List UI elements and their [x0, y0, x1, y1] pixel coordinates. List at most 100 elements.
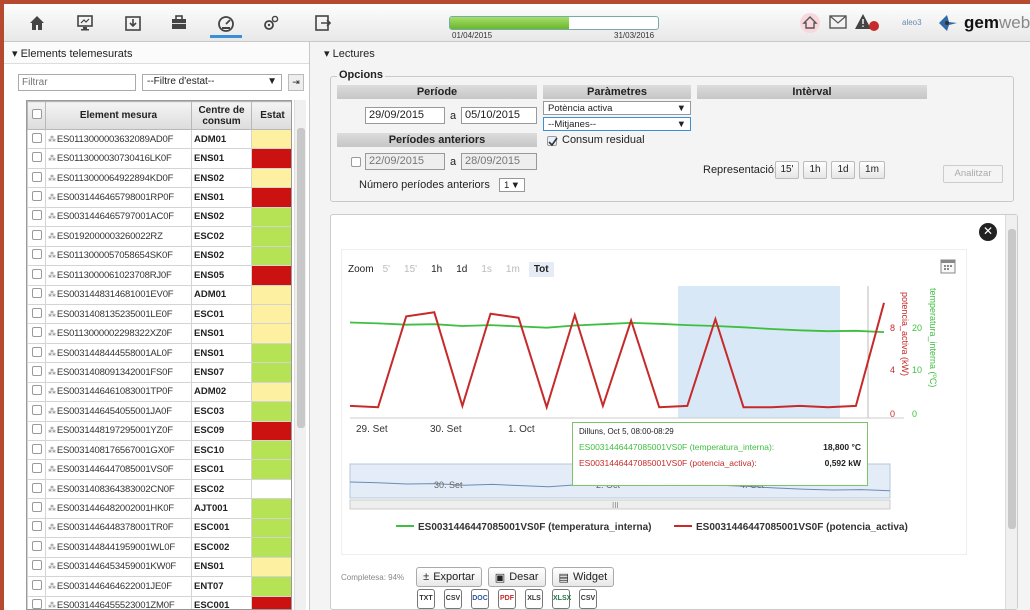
row-checkbox[interactable] — [27, 459, 46, 480]
consum-residual-checkbox[interactable] — [547, 136, 558, 147]
column-header-estat[interactable]: Estat — [251, 101, 291, 130]
filter-input[interactable] — [18, 74, 136, 91]
pdf-file-icon[interactable]: PDF — [498, 589, 516, 609]
rep-15min-button[interactable]: 15' — [775, 161, 799, 179]
analitzar-button[interactable]: Analitzar — [943, 165, 1003, 183]
table-row[interactable]: ⁂ES0031446465798001RP0F ENS01 — [27, 187, 291, 208]
export-icon[interactable] — [312, 12, 334, 34]
periodes-anteriors-checkbox[interactable] — [351, 157, 361, 167]
row-checkbox[interactable] — [27, 167, 46, 189]
warning-icon[interactable] — [854, 13, 880, 34]
state-filter-select[interactable]: --Filtre d'estat-- ▼ — [142, 74, 282, 91]
table-row[interactable]: ⁂ES0031446482002001HK0F AJT001 — [27, 498, 291, 519]
widget-button[interactable]: ▤ Widget — [551, 567, 615, 587]
table-row[interactable]: ⁂ES0192000003260022RZ ESC02 — [27, 226, 291, 247]
table-row[interactable]: ⁂ES0113000061023708RJ0F ENS05 — [27, 265, 291, 286]
table-row[interactable]: ⁂ES0031408135235001LE0F ESC01 — [27, 303, 291, 325]
table-row[interactable]: ⁂ES0113000003632089AD0F ADM01 — [27, 128, 291, 150]
gears-icon[interactable] — [260, 12, 282, 34]
table-row[interactable]: ⁂ES0113000002298322XZ0F ENS01 — [27, 323, 291, 344]
left-scrollbar-thumb[interactable] — [297, 128, 305, 428]
mail-icon[interactable] — [829, 15, 847, 32]
row-checkbox[interactable] — [27, 381, 46, 403]
close-icon[interactable]: ✕ — [979, 223, 997, 241]
briefcase-icon[interactable] — [168, 12, 190, 34]
table-row[interactable]: ⁂ES0031408364383002CN0F ESC02 — [27, 478, 291, 500]
txt-file-icon[interactable]: TXT — [417, 589, 435, 609]
right-panel-header[interactable]: ▾ Lectures — [316, 42, 1030, 64]
table-row[interactable]: ⁂ES0031408091342001FS0F ENS07 — [27, 362, 291, 383]
prev-date-to-input[interactable]: 28/09/2015 — [461, 153, 537, 170]
row-checkbox[interactable] — [27, 537, 46, 558]
row-checkbox[interactable] — [27, 556, 46, 578]
parameter-select[interactable]: Potència activa ▼ — [543, 101, 691, 115]
rep-1m-button[interactable]: 1m — [859, 161, 885, 179]
alarm-home-icon[interactable] — [799, 12, 821, 37]
row-checkbox[interactable] — [27, 478, 46, 500]
table-row[interactable]: ⁂ES0113000030730416LK0F ENS01 — [27, 148, 291, 169]
collapse-arrow-icon[interactable]: ▾ — [12, 48, 21, 60]
table-row[interactable]: ⁂ES0031448441959001WL0F ESC002 — [27, 537, 291, 558]
select-all-checkbox[interactable] — [27, 101, 46, 130]
table-row[interactable]: ⁂ES0031446453459001KW0F ENS01 — [27, 556, 291, 578]
row-checkbox[interactable] — [27, 439, 46, 461]
right-scrollbar-thumb[interactable] — [1008, 229, 1016, 529]
monitor-icon[interactable] — [74, 12, 96, 34]
num-prev-select[interactable]: 1 ▼ — [499, 178, 525, 192]
table-row[interactable]: ⁂ES0031446465797001AC0F ENS02 — [27, 206, 291, 228]
row-checkbox[interactable] — [27, 128, 46, 150]
row-checkbox[interactable] — [27, 517, 46, 539]
row-checkbox[interactable] — [27, 284, 46, 305]
prev-date-from-input[interactable]: 22/09/2015 — [365, 153, 445, 170]
exportar-button[interactable]: ± Exportar — [416, 567, 482, 587]
home-icon[interactable] — [26, 12, 48, 34]
row-checkbox[interactable] — [27, 303, 46, 325]
gauge-icon[interactable] — [210, 10, 242, 38]
xls-file-icon[interactable]: XLS — [525, 589, 543, 609]
row-checkbox[interactable] — [27, 576, 46, 597]
table-row[interactable]: ⁂ES0113000064922894KD0F ENS02 — [27, 167, 291, 189]
row-checkbox[interactable] — [27, 187, 46, 208]
table-row[interactable]: ⁂ES0031446455523001ZM0F ESC001 — [27, 595, 291, 609]
table-row[interactable]: ⁂ES0031446464622001JE0F ENT07 — [27, 576, 291, 597]
rep-1h-button[interactable]: 1h — [803, 161, 827, 179]
chart-svg[interactable]: 29. Set 30. Set 1. Oct 8 20 4 10 0 0 potencia_act… — [342, 250, 968, 556]
table-row[interactable]: ⁂ES0031408176567001GX0F ESC10 — [27, 439, 291, 461]
table-row[interactable]: ⁂ES0031446447085001VS0F ESC01 — [27, 459, 291, 480]
table-row[interactable]: ⁂ES0031446454055001JA0F ESC03 — [27, 401, 291, 422]
row-checkbox[interactable] — [27, 148, 46, 169]
table-row[interactable]: ⁂ES0031446448378001TR0F ESC001 — [27, 517, 291, 539]
table-row[interactable]: ⁂ES0031448197295001YZ0F ESC09 — [27, 420, 291, 442]
user-name[interactable]: aleo3 — [902, 18, 922, 27]
date-to-input[interactable]: 05/10/2015 — [461, 107, 537, 124]
right-scrollbar[interactable] — [1005, 215, 1017, 609]
table-row[interactable]: ⁂ES0031448314681001EV0F ADM01 — [27, 284, 291, 305]
doc-file-icon[interactable]: DOC — [471, 589, 489, 609]
row-checkbox[interactable] — [27, 265, 46, 286]
filter-toggle-button[interactable]: ⇥ — [288, 74, 304, 91]
csv2-file-icon[interactable]: CSV — [579, 589, 597, 609]
date-from-input[interactable]: 29/09/2015 — [365, 107, 445, 124]
row-checkbox[interactable] — [27, 595, 46, 609]
csv-file-icon[interactable]: CSV — [444, 589, 462, 609]
left-panel-header[interactable]: ▾ Elements telemesurats — [4, 42, 309, 64]
row-checkbox[interactable] — [27, 342, 46, 364]
table-row[interactable]: ⁂ES0113000057058654SK0F ENS02 — [27, 245, 291, 267]
desar-button[interactable]: ▣ Desar — [487, 567, 546, 587]
aggregation-select[interactable]: --Mitjanes-- ▼ — [543, 117, 691, 131]
download-box-icon[interactable] — [122, 12, 144, 34]
collapse-arrow-icon[interactable]: ▾ — [324, 48, 333, 60]
row-checkbox[interactable] — [27, 401, 46, 422]
row-checkbox[interactable] — [27, 323, 46, 344]
row-checkbox[interactable] — [27, 498, 46, 519]
row-checkbox[interactable] — [27, 206, 46, 228]
table-row[interactable]: ⁂ES0031446461083001TP0F ADM02 — [27, 381, 291, 403]
rep-1d-button[interactable]: 1d — [831, 161, 855, 179]
row-checkbox[interactable] — [27, 420, 46, 442]
table-row[interactable]: ⁂ES0031448444558001AL0F ENS01 — [27, 342, 291, 364]
column-header-centre[interactable]: Centre de consum — [191, 101, 252, 130]
left-scrollbar[interactable] — [294, 100, 306, 610]
xlsx-file-icon[interactable]: XLSX — [552, 589, 571, 609]
row-checkbox[interactable] — [27, 362, 46, 383]
row-checkbox[interactable] — [27, 226, 46, 247]
